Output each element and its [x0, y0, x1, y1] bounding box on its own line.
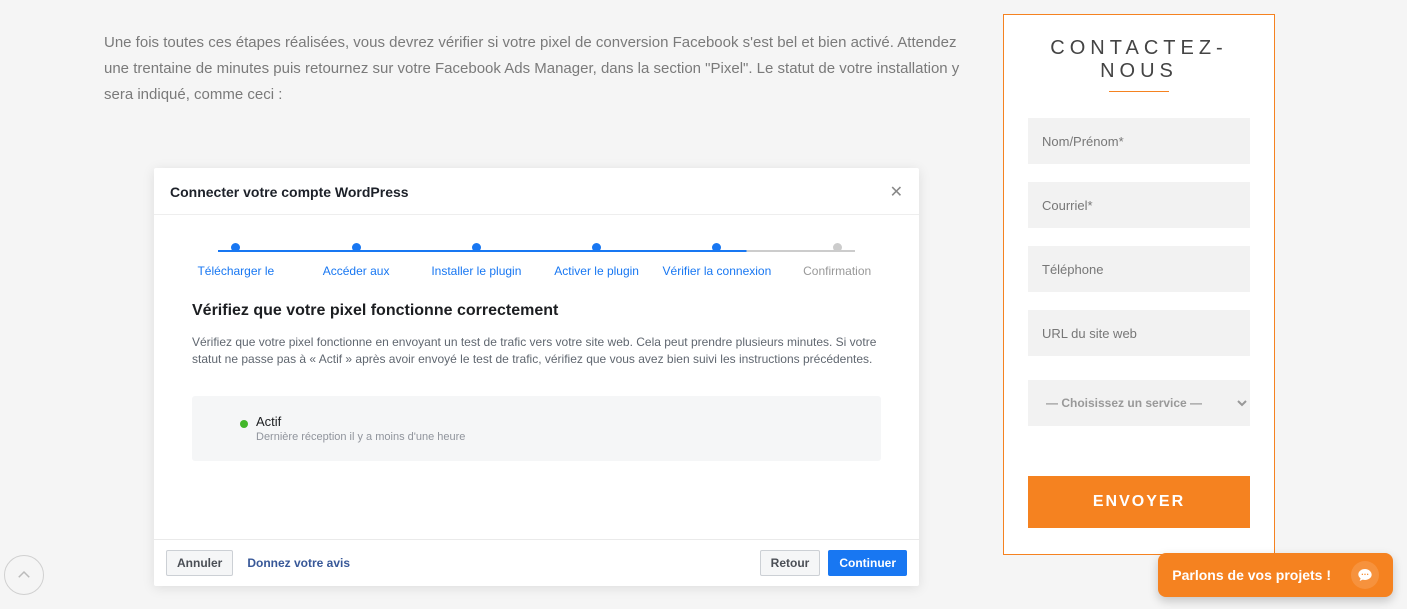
fb-modal-body: Vérifiez que votre pixel fonctionne corr…	[154, 294, 919, 539]
fb-modal-header: Connecter votre compte WordPress ✕	[154, 168, 919, 215]
fb-modal-title: Connecter votre compte WordPress	[170, 184, 409, 200]
status-dot-icon	[240, 420, 248, 428]
name-field[interactable]	[1028, 118, 1250, 164]
sidebar-title: CONTACTEZ-NOUS	[1028, 37, 1250, 83]
close-icon[interactable]: ✕	[890, 182, 903, 202]
fb-description: Vérifiez que votre pixel fonctionne en e…	[192, 334, 881, 368]
continue-button[interactable]: Continuer	[828, 550, 907, 576]
fb-modal: Connecter votre compte WordPress ✕ Téléc…	[154, 168, 919, 586]
back-button[interactable]: Retour	[760, 550, 821, 576]
service-select[interactable]: — Choisissez un service —	[1028, 380, 1250, 426]
fb-subtitle: Vérifiez que votre pixel fonctionne corr…	[192, 302, 881, 320]
fb-step-2: Accéder aux	[296, 243, 416, 278]
article-content: Une fois toutes ces étapes réalisées, vo…	[104, 30, 974, 586]
fb-step-5: Vérifier la connexion	[657, 243, 777, 278]
fb-stepper: Télécharger le Accéder aux Installer le …	[154, 215, 919, 294]
scroll-to-top-button[interactable]	[4, 555, 44, 595]
chat-widget[interactable]: Parlons de vos projets !	[1158, 553, 1393, 597]
url-field[interactable]	[1028, 310, 1250, 356]
article-paragraph: Une fois toutes ces étapes réalisées, vo…	[104, 30, 974, 108]
email-field[interactable]	[1028, 182, 1250, 228]
cancel-button[interactable]: Annuler	[166, 550, 233, 576]
title-underline	[1109, 91, 1169, 92]
phone-field[interactable]	[1028, 246, 1250, 292]
chat-widget-text: Parlons de vos projets !	[1172, 567, 1331, 583]
fb-status-box: Actif Dernière réception il y a moins d'…	[192, 396, 881, 461]
submit-button[interactable]: ENVOYER	[1028, 476, 1250, 528]
feedback-link[interactable]: Donnez votre avis	[247, 556, 350, 570]
status-label: Actif	[256, 414, 857, 429]
fb-step-6: Confirmation	[777, 243, 897, 278]
chat-icon	[1351, 561, 1379, 589]
fb-step-3: Installer le plugin	[417, 243, 537, 278]
contact-sidebar: CONTACTEZ-NOUS — Choisissez un service —…	[1003, 14, 1275, 555]
fb-step-4: Activer le plugin	[537, 243, 657, 278]
fb-step-1: Télécharger le	[176, 243, 296, 278]
fb-modal-footer: Annuler Donnez votre avis Retour Continu…	[154, 539, 919, 586]
status-subtext: Dernière réception il y a moins d'une he…	[256, 431, 857, 443]
